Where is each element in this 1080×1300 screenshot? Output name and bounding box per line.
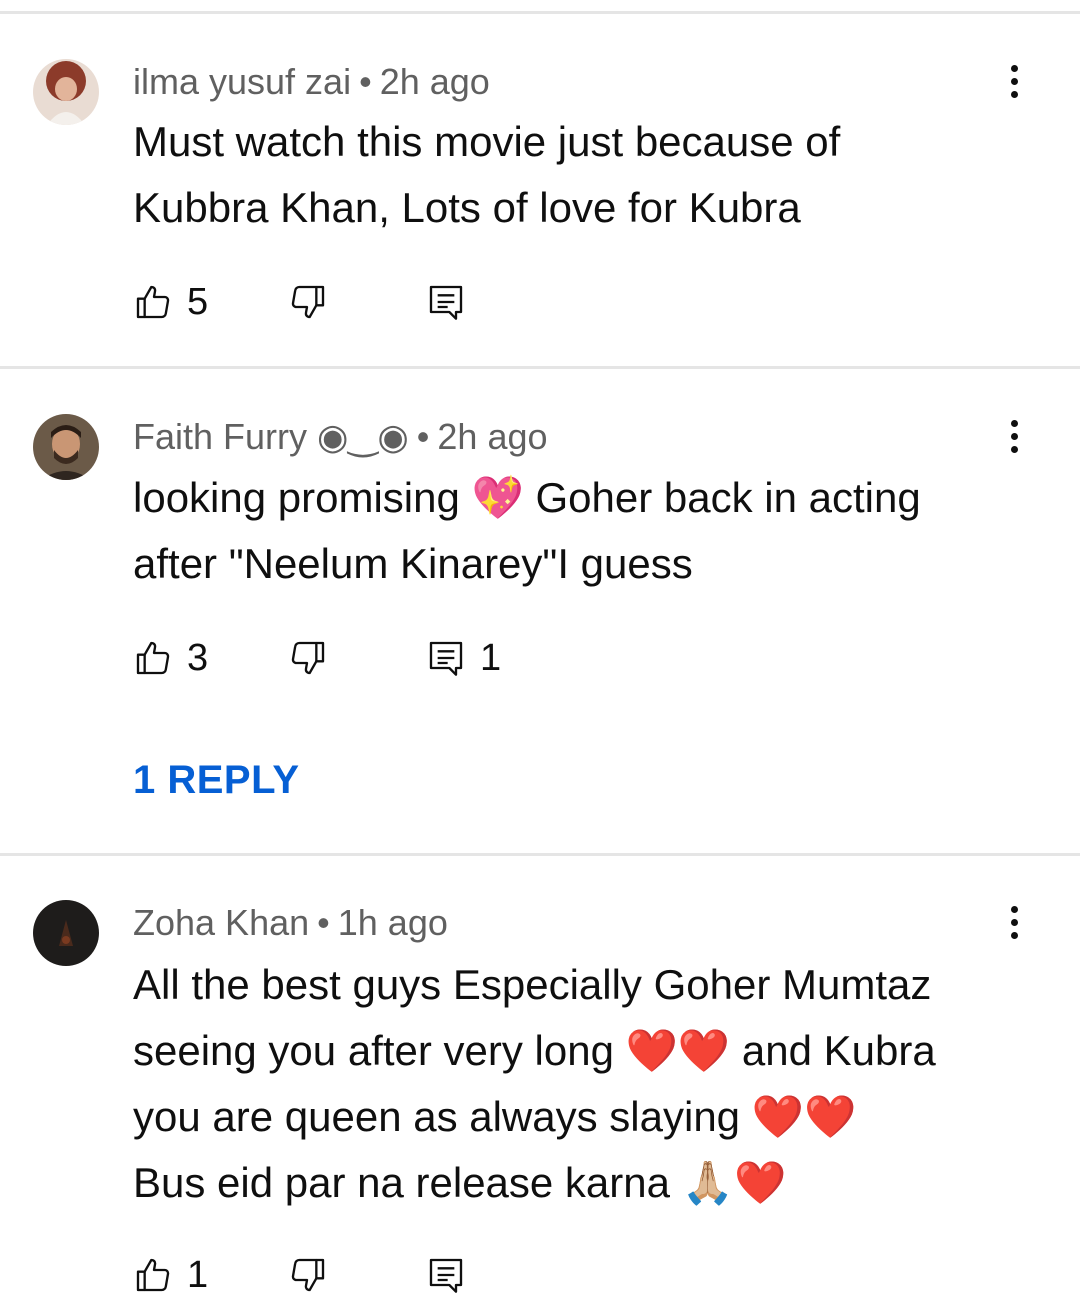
reply-count: 1 [480,636,502,679]
comment-text: looking promising 💖 Goher back in acting… [133,465,1033,597]
avatar[interactable] [33,900,99,966]
comment-divider [0,853,1080,856]
comment-time: 2h ago [379,61,490,102]
like-count: 3 [187,636,209,679]
avatar[interactable] [33,59,99,125]
reply-button[interactable]: 1 [426,633,501,683]
author-name[interactable]: Faith Furry ◉‿◉ [133,416,409,457]
comment-line: Bus eid par na release karna 🙏🏼❤️ [133,1150,1033,1216]
reply-button[interactable] [426,1250,466,1300]
text-segment: Goher back in acting [523,474,921,521]
dislike-button[interactable] [288,1250,328,1300]
thumbs-up-icon [136,285,170,319]
comment-line: after "Neelum Kinarey"I guess [133,540,693,587]
red-heart-emoji: ❤️❤️ [625,1026,731,1075]
comment-meta: Zoha Khan • 1h ago [133,901,448,945]
comment-text: Must watch this movie just because of Ku… [133,109,1033,241]
thumbs-down-icon [291,1258,325,1292]
view-replies-link[interactable]: 1 REPLY [133,758,300,803]
thumbs-up-icon [136,1258,170,1292]
top-divider [0,11,1080,14]
comment-icon [429,1258,463,1293]
more-options-button[interactable] [996,414,1032,458]
comment-line: Must watch this movie just because of [133,118,841,165]
comment-meta: ilma yusuf zai • 2h ago [133,60,490,104]
thumbs-up-icon [136,641,170,675]
sparkling-heart-emoji: 💖 [471,473,524,522]
text-segment: looking promising [133,474,472,521]
comment-line: Kubbra Khan, Lots of love for Kubra [133,184,801,231]
thumbs-down-icon [291,641,325,675]
comment-divider [0,366,1080,369]
comment-line: looking promising 💖 Goher back in acting [133,465,1033,531]
folded-hands-heart-emoji: 🙏🏼❤️ [681,1158,787,1207]
text-segment: you are queen as always slaying [133,1093,752,1140]
dislike-button[interactable] [288,277,328,327]
comment-text: All the best guys Especially Goher Mumta… [133,952,1033,1216]
comment-line: seeing you after very long ❤️❤️ and Kubr… [133,1018,1033,1084]
more-options-button[interactable] [996,900,1032,944]
author-name[interactable]: Zoha Khan [133,902,309,943]
comment-time: 1h ago [337,902,448,943]
like-button[interactable]: 5 [133,277,208,327]
text-segment: Bus eid par na release karna [133,1159,682,1206]
comment-line: you are queen as always slaying ❤️❤️ [133,1084,1033,1150]
dislike-button[interactable] [288,633,328,683]
red-heart-emoji: ❤️❤️ [751,1092,857,1141]
comment-actions: 3 1 [133,633,733,683]
avatar[interactable] [33,414,99,480]
comment-icon [429,285,463,320]
comment-actions: 5 [133,277,733,327]
meta-separator: • [317,902,330,943]
reply-button[interactable] [426,277,466,327]
comment-line: All the best guys Especially Goher Mumta… [133,961,932,1008]
like-button[interactable]: 1 [133,1250,208,1300]
author-name[interactable]: ilma yusuf zai [133,61,351,102]
comment-actions: 1 [133,1250,733,1300]
like-count: 1 [187,1253,209,1296]
meta-separator: • [416,416,430,457]
text-segment: and Kubra [730,1027,936,1074]
like-button[interactable]: 3 [133,633,208,683]
comment-time: 2h ago [437,416,548,457]
text-segment: seeing you after very long [133,1027,626,1074]
more-options-button[interactable] [996,59,1032,103]
comment-meta: Faith Furry ◉‿◉ • 2h ago [133,415,548,459]
like-count: 5 [187,280,209,323]
thumbs-down-icon [291,285,325,319]
meta-separator: • [359,61,372,102]
comment-icon [429,641,463,676]
